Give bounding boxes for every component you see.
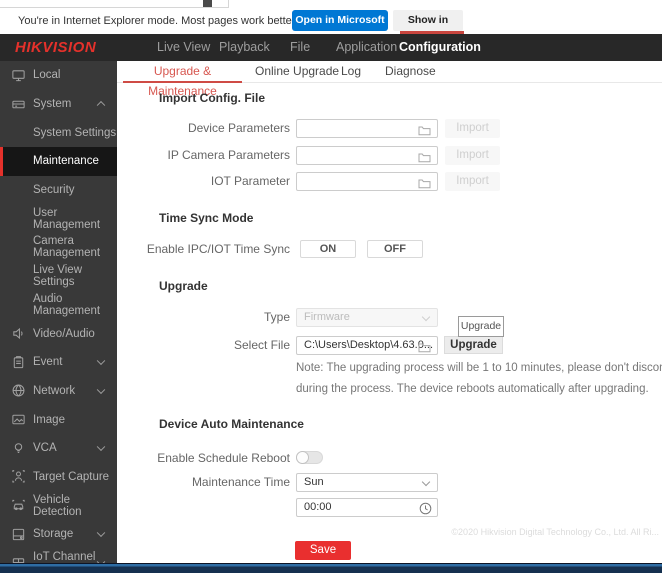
tab-online-upgrade[interactable]: Online Upgrade bbox=[255, 61, 339, 83]
enable-schedule-reboot-toggle[interactable] bbox=[296, 451, 323, 464]
event-icon bbox=[11, 355, 26, 370]
ip-camera-parameters-input[interactable] bbox=[296, 146, 438, 165]
nav-file[interactable]: File bbox=[290, 34, 310, 61]
enable-schedule-reboot-label: Enable Schedule Reboot bbox=[100, 449, 290, 467]
sidebar-item-storage[interactable]: Storage bbox=[0, 520, 117, 549]
system-icon bbox=[11, 97, 26, 112]
maintenance-time-label: Maintenance Time bbox=[100, 473, 290, 491]
image-icon bbox=[11, 412, 26, 427]
import-iot-parameter-button[interactable]: Import bbox=[445, 172, 500, 191]
sidebar-item-image[interactable]: Image bbox=[0, 405, 117, 434]
sidebar-item-iot-channel[interactable]: IoT Channel Co... bbox=[0, 549, 117, 563]
configuration-active-indicator bbox=[400, 31, 464, 34]
tab-diagnose[interactable]: Diagnose bbox=[385, 61, 436, 83]
chevron-up-icon bbox=[97, 101, 105, 109]
chevron-down-icon bbox=[97, 529, 105, 537]
ie-mode-banner: You're in Internet Explorer mode. Most p… bbox=[0, 8, 662, 34]
sidebar-item-local[interactable]: Local bbox=[0, 61, 117, 90]
upgrade-button[interactable]: Upgrade bbox=[444, 336, 503, 354]
device-parameters-input[interactable] bbox=[296, 119, 438, 138]
folder-icon[interactable] bbox=[418, 340, 431, 358]
show-in-toolbar-button[interactable]: Show in toolbar bbox=[393, 10, 463, 31]
folder-icon[interactable] bbox=[418, 176, 431, 194]
maintenance-day-select[interactable]: Sun bbox=[296, 473, 438, 492]
iot-parameter-label: IOT Parameter bbox=[100, 172, 290, 190]
chevron-down-icon bbox=[422, 313, 430, 321]
section-title-upgrade: Upgrade bbox=[159, 279, 208, 293]
nav-live-view[interactable]: Live View bbox=[157, 34, 210, 61]
tab-log[interactable]: Log bbox=[341, 61, 361, 83]
nav-configuration[interactable]: Configuration bbox=[399, 34, 481, 61]
nav-playback[interactable]: Playback bbox=[219, 34, 270, 61]
hikvision-logo[interactable]: HIKVISION bbox=[15, 34, 96, 61]
clock-icon[interactable] bbox=[419, 502, 432, 520]
hikvision-configuration-page: You're in Internet Explorer mode. Most p… bbox=[0, 0, 662, 573]
window-bottom-edge bbox=[0, 563, 662, 573]
config-tabbar: Upgrade & Maintenance Online Upgrade Log… bbox=[117, 61, 662, 83]
save-button[interactable]: Save bbox=[295, 541, 351, 560]
device-parameters-label: Device Parameters bbox=[100, 119, 290, 137]
copyright-text: ©2020 Hikvision Digital Technology Co., … bbox=[451, 527, 659, 537]
upgrade-tooltip: Upgrade bbox=[458, 316, 504, 337]
video-audio-icon bbox=[11, 326, 26, 341]
upgrade-note-line2: during the process. The device reboots a… bbox=[296, 383, 649, 395]
vca-icon bbox=[11, 441, 26, 456]
section-title-time-sync: Time Sync Mode bbox=[159, 211, 253, 225]
sidebar-item-vehicle-detection[interactable]: Vehicle Detection bbox=[0, 491, 117, 520]
sidebar-item-network[interactable]: Network bbox=[0, 377, 117, 406]
enable-ipc-iot-time-sync-label: Enable IPC/IOT Time Sync bbox=[100, 240, 290, 258]
upgrade-note-line1: Note: The upgrading process will be 1 to… bbox=[296, 362, 662, 374]
monitor-icon bbox=[11, 68, 26, 83]
sidebar-item-system[interactable]: System bbox=[0, 90, 117, 119]
time-sync-off-button[interactable]: OFF bbox=[367, 240, 423, 258]
section-title-import-config: Import Config. File bbox=[159, 91, 265, 105]
type-label: Type bbox=[100, 308, 290, 326]
chevron-down-icon bbox=[422, 478, 430, 486]
section-title-auto-maintenance: Device Auto Maintenance bbox=[159, 417, 304, 431]
import-device-parameters-button[interactable]: Import bbox=[445, 119, 500, 138]
target-capture-icon bbox=[11, 469, 26, 484]
sidebar-item-user-management[interactable]: User Management bbox=[0, 204, 117, 233]
browser-tabstrip-mark bbox=[203, 0, 212, 7]
toggle-knob bbox=[296, 451, 309, 464]
select-file-input[interactable]: C:\Users\Desktop\4.63.0... bbox=[296, 336, 438, 355]
sidebar-item-live-view-settings[interactable]: Live View Settings bbox=[0, 262, 117, 291]
iot-channel-icon bbox=[11, 556, 26, 563]
folder-icon[interactable] bbox=[418, 123, 431, 141]
storage-icon bbox=[11, 527, 26, 542]
tab-upgrade-maintenance[interactable]: Upgrade & Maintenance bbox=[123, 61, 242, 83]
upgrade-type-select: Firmware bbox=[296, 308, 438, 327]
top-navbar: HIKVISION Live View Playback File Applic… bbox=[0, 34, 662, 61]
import-ip-camera-parameters-button[interactable]: Import bbox=[445, 146, 500, 165]
maintenance-time-input[interactable]: 00:00 bbox=[296, 498, 438, 517]
folder-icon[interactable] bbox=[418, 150, 431, 168]
time-sync-on-button[interactable]: ON bbox=[300, 240, 356, 258]
ip-camera-parameters-label: IP Camera Parameters bbox=[100, 146, 290, 164]
network-icon bbox=[11, 383, 26, 398]
browser-tabstrip-divider bbox=[228, 0, 229, 8]
chevron-down-icon bbox=[97, 385, 105, 393]
iot-parameter-input[interactable] bbox=[296, 172, 438, 191]
select-file-label: Select File bbox=[100, 336, 290, 354]
open-in-edge-button[interactable]: Open in Microsoft Edge bbox=[292, 10, 388, 31]
chevron-down-icon bbox=[97, 357, 105, 365]
nav-application[interactable]: Application bbox=[336, 34, 397, 61]
vehicle-detection-icon bbox=[11, 498, 26, 513]
